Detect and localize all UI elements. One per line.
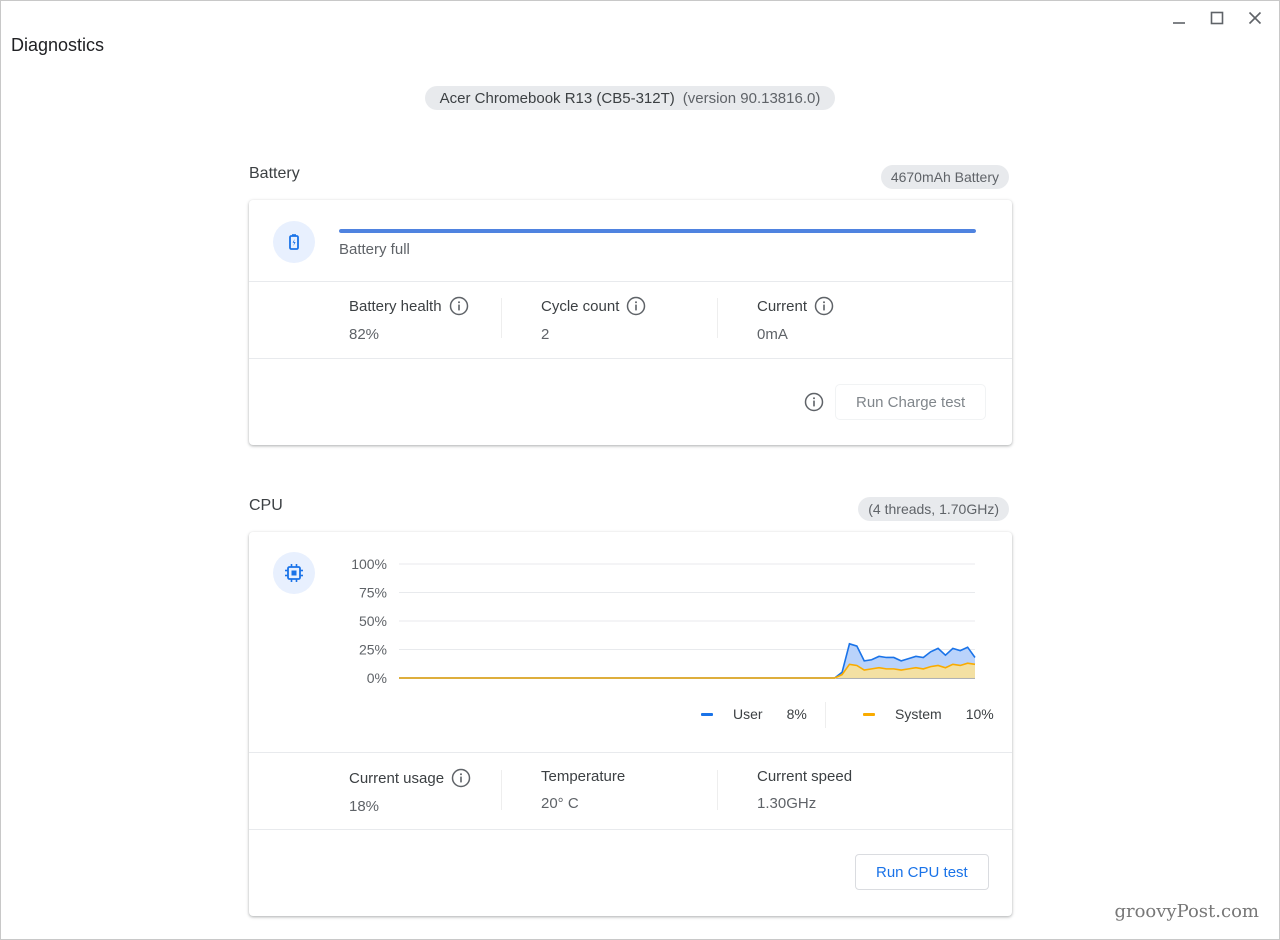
legend-system: System 10% bbox=[863, 706, 994, 722]
cpu-temperature-stat: Temperature 20° C bbox=[541, 768, 625, 812]
cpu-chip-icon bbox=[285, 564, 303, 582]
cycle-count-info-icon[interactable] bbox=[626, 296, 646, 316]
battery-current-value: 0mA bbox=[757, 326, 788, 343]
cpu-icon-badge bbox=[273, 552, 315, 594]
chart-y-tick-label: 0% bbox=[367, 670, 387, 686]
battery-health-stat: Battery health 82% bbox=[349, 296, 469, 343]
cpu-usage-value: 18% bbox=[349, 798, 380, 815]
legend-system-label: System bbox=[895, 706, 942, 722]
charge-test-info-icon[interactable] bbox=[804, 392, 824, 412]
close-icon bbox=[1248, 11, 1262, 25]
battery-health-label: Battery health bbox=[349, 297, 442, 315]
cpu-usage-chart: 100% 75% 50% 25% 0% bbox=[351, 556, 976, 686]
cpu-usage-stat: Current usage 18% bbox=[349, 768, 471, 815]
stat-separator bbox=[717, 298, 718, 338]
legend-user: User 8% bbox=[701, 706, 807, 722]
cycle-count-value: 2 bbox=[541, 326, 550, 343]
cpu-section-title: CPU bbox=[249, 497, 283, 514]
cpu-speed-label: Current speed bbox=[757, 768, 853, 785]
chart-y-tick-label: 100% bbox=[351, 556, 387, 572]
app-title: Diagnostics bbox=[11, 35, 105, 55]
cpu-temperature-value: 20° C bbox=[541, 795, 579, 812]
battery-current-stat: Current 0mA bbox=[757, 296, 834, 343]
device-info-badge: Acer Chromebook R13 (CB5-312T) (version … bbox=[425, 86, 835, 110]
stat-separator bbox=[717, 770, 718, 810]
run-cpu-test-button[interactable]: Run CPU test bbox=[855, 854, 989, 890]
maximize-icon bbox=[1210, 11, 1224, 25]
legend-user-value: 8% bbox=[786, 706, 807, 722]
diagnostics-window: Diagnostics Acer Chromebook R13 (CB5-312… bbox=[0, 0, 1280, 940]
cpu-speed-stat: Current speed 1.30GHz bbox=[757, 768, 852, 812]
maximize-button[interactable] bbox=[1203, 7, 1231, 29]
run-charge-test-button[interactable]: Run Charge test bbox=[836, 385, 986, 419]
cpu-usage-label: Current usage bbox=[349, 769, 445, 787]
legend-user-label: User bbox=[733, 706, 763, 722]
device-name: Acer Chromebook R13 (CB5-312T) bbox=[439, 89, 675, 107]
battery-icon bbox=[289, 234, 299, 250]
battery-capacity-badge: 4670mAh Battery bbox=[880, 165, 1009, 189]
cpu-temperature-label: Temperature bbox=[541, 768, 626, 785]
chart-y-tick-label: 25% bbox=[359, 642, 387, 658]
minimize-icon bbox=[1173, 22, 1185, 24]
stat-separator bbox=[501, 770, 502, 810]
cpu-speed-value: 1.30GHz bbox=[757, 795, 817, 812]
cpu-divider-bottom bbox=[249, 829, 1012, 830]
close-button[interactable] bbox=[1241, 7, 1269, 29]
legend-user-swatch bbox=[701, 712, 713, 716]
chart-y-tick-label: 75% bbox=[359, 585, 387, 601]
cpu-card: 100% 75% 50% 25% 0% User 8% System 10% Curre… bbox=[249, 532, 1012, 916]
battery-card: Battery full Battery health 82% Cycle co… bbox=[249, 200, 1012, 445]
cpu-spec-badge: (4 threads, 1.70GHz) bbox=[858, 497, 1009, 521]
cpu-usage-info-icon[interactable] bbox=[451, 768, 471, 788]
cycle-count-label: Cycle count bbox=[541, 297, 620, 315]
cycle-count-stat: Cycle count 2 bbox=[541, 296, 646, 343]
battery-charge-bar bbox=[339, 229, 976, 233]
battery-charge-fill bbox=[339, 229, 976, 233]
battery-divider-top bbox=[249, 281, 1012, 282]
legend-separator bbox=[825, 702, 826, 728]
battery-section-title: Battery bbox=[249, 165, 300, 182]
window-controls bbox=[1165, 7, 1269, 29]
cpu-divider-top bbox=[249, 752, 1012, 753]
watermark: groovyPost.com bbox=[1114, 901, 1259, 922]
battery-health-value: 82% bbox=[349, 326, 380, 343]
battery-current-label: Current bbox=[757, 297, 808, 315]
stat-separator bbox=[501, 298, 502, 338]
battery-current-info-icon[interactable] bbox=[814, 296, 834, 316]
battery-health-info-icon[interactable] bbox=[449, 296, 469, 316]
device-version: (version 90.13816.0) bbox=[682, 89, 821, 107]
battery-status-text: Battery full bbox=[339, 241, 410, 258]
battery-divider-bottom bbox=[249, 358, 1012, 359]
battery-icon-badge bbox=[273, 221, 315, 263]
legend-system-value: 10% bbox=[965, 706, 994, 722]
minimize-button[interactable] bbox=[1165, 7, 1193, 29]
legend-system-swatch bbox=[863, 712, 875, 716]
chart-y-tick-label: 50% bbox=[359, 613, 387, 629]
